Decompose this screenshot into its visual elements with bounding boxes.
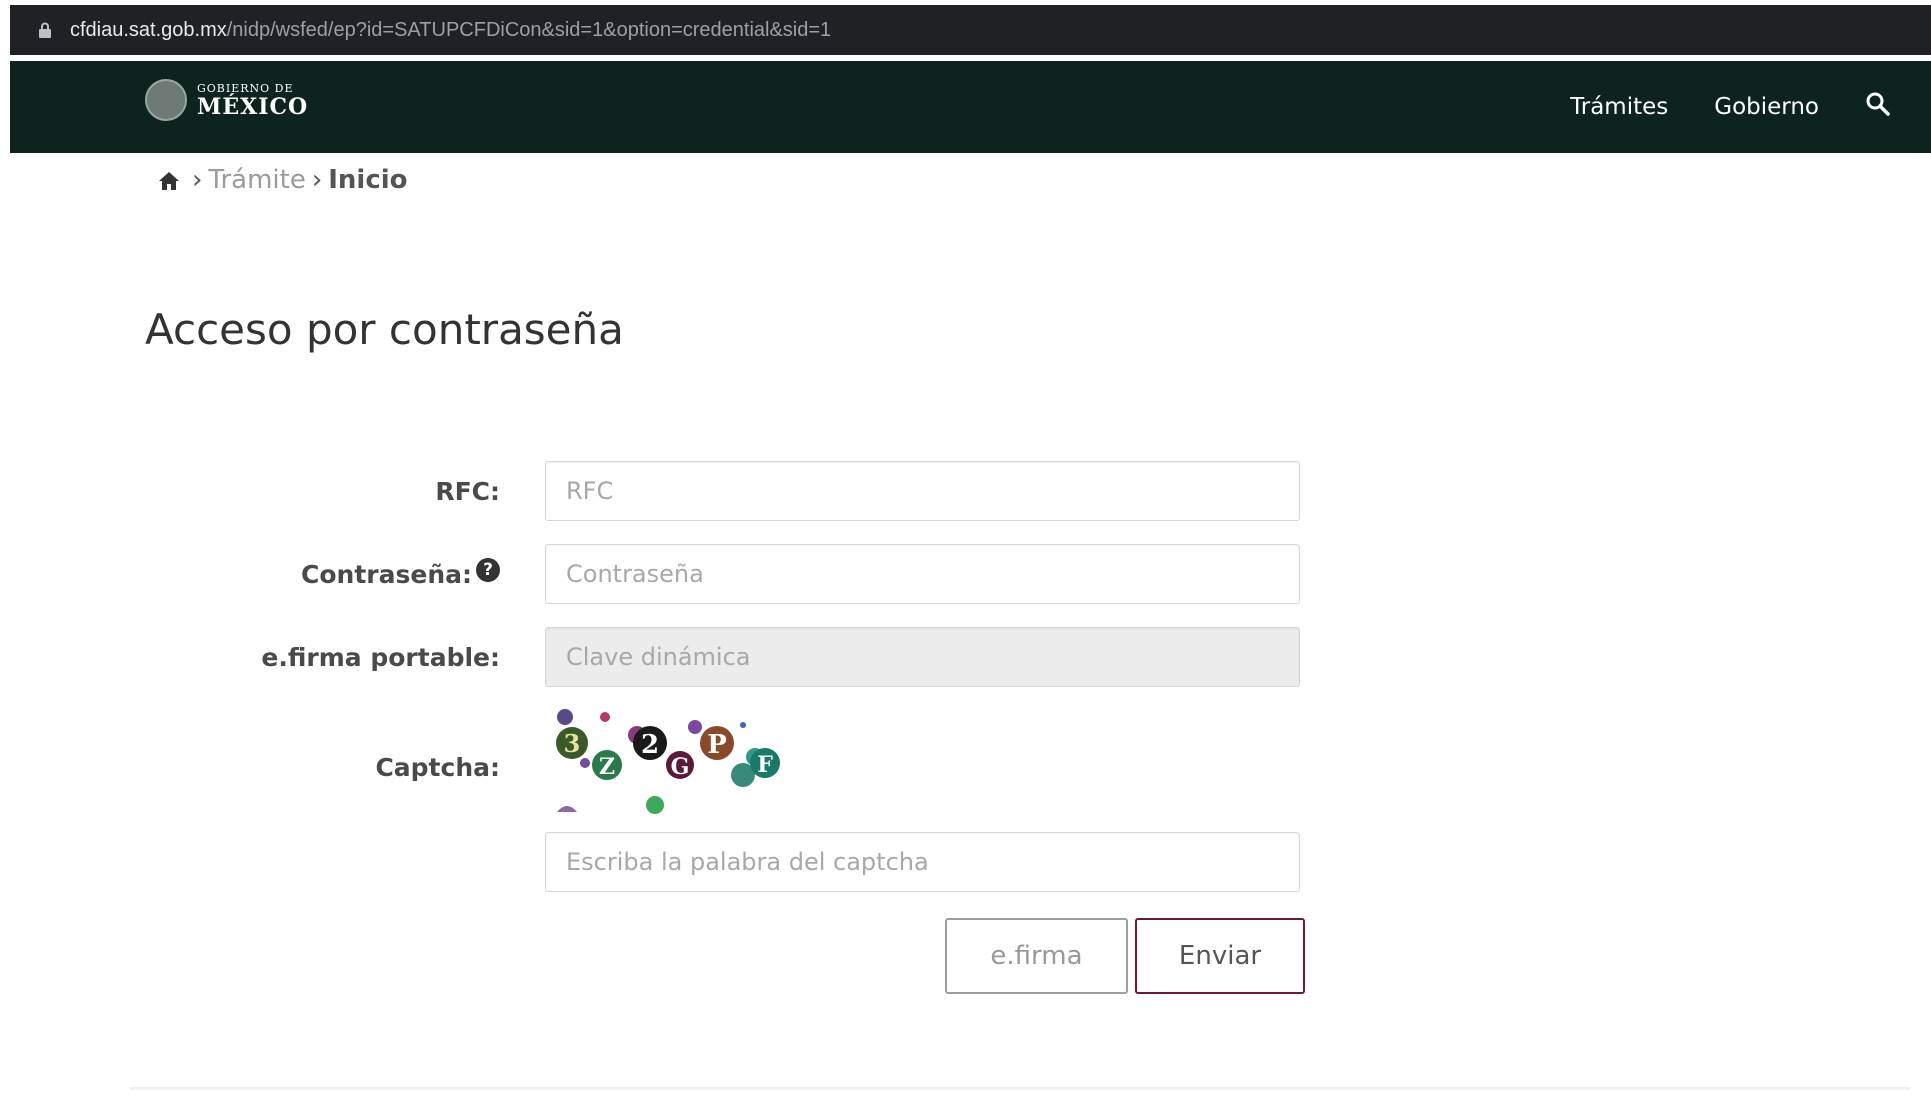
address-bar[interactable]: cfdiau.sat.gob.mx/nidp/wsfed/ep?id=SATUP… (10, 5, 1931, 55)
url-path: /nidp/wsfed/ep?id=SATUPCFDiCon&sid=1&opt… (226, 18, 832, 41)
password-input[interactable] (545, 544, 1300, 604)
efirma-portable-input[interactable] (545, 627, 1300, 687)
seal-icon (145, 79, 187, 121)
svg-text:P: P (707, 730, 727, 760)
svg-text:Z: Z (599, 754, 615, 780)
captcha-char: 2 (633, 726, 667, 760)
browser-window: cfdiau.sat.gob.mx/nidp/wsfed/ep?id=SATUP… (10, 5, 1931, 1095)
site-header: GOBIERNO DE MÉXICO Trámites Gobierno (10, 61, 1931, 153)
help-icon[interactable]: ? (476, 558, 500, 582)
captcha-image: 3 Z 2 G P F (545, 705, 795, 820)
rfc-label: RFC: (435, 477, 500, 506)
svg-text:2: 2 (641, 730, 659, 760)
main-nav: Trámites Gobierno (1570, 61, 1931, 153)
password-label-wrap: Contraseña:? (301, 558, 500, 589)
breadcrumb-separator: › (192, 165, 203, 195)
gobierno-logo[interactable]: GOBIERNO DE MÉXICO (145, 79, 308, 121)
captcha-input[interactable] (545, 832, 1300, 892)
captcha-char: G (666, 751, 694, 780)
lock-icon (38, 21, 56, 39)
logo-small-text: GOBIERNO DE (197, 81, 294, 95)
password-label: Contraseña: (301, 560, 472, 589)
page-title: Acceso por contraseña (145, 305, 624, 354)
efirma-portable-label: e.firma portable: (261, 643, 500, 672)
submit-button[interactable]: Enviar (1135, 918, 1305, 994)
rfc-input[interactable] (545, 461, 1300, 521)
breadcrumb-tramite[interactable]: Trámite (208, 165, 305, 195)
captcha-char: P (700, 726, 734, 760)
breadcrumb-current: Inicio (328, 165, 408, 195)
svg-text:3: 3 (564, 729, 581, 758)
breadcrumb-separator: › (311, 165, 323, 195)
nav-gobierno[interactable]: Gobierno (1714, 94, 1819, 120)
logo-big-text: MÉXICO (197, 93, 309, 120)
search-icon[interactable] (1865, 91, 1891, 117)
divider (130, 1087, 1910, 1090)
url-domain: cfdiau.sat.gob.mx (70, 18, 227, 41)
captcha-char: F (750, 748, 780, 778)
captcha-char: Z (592, 750, 622, 780)
captcha-char: 3 (556, 727, 588, 759)
home-icon[interactable] (158, 169, 180, 191)
efirma-button[interactable]: e.firma (945, 918, 1128, 994)
captcha-label: Captcha: (375, 753, 500, 782)
svg-text:F: F (757, 752, 773, 778)
nav-tramites[interactable]: Trámites (1570, 94, 1668, 120)
svg-text:G: G (671, 754, 690, 780)
breadcrumb: › Trámite › Inicio (158, 165, 408, 195)
